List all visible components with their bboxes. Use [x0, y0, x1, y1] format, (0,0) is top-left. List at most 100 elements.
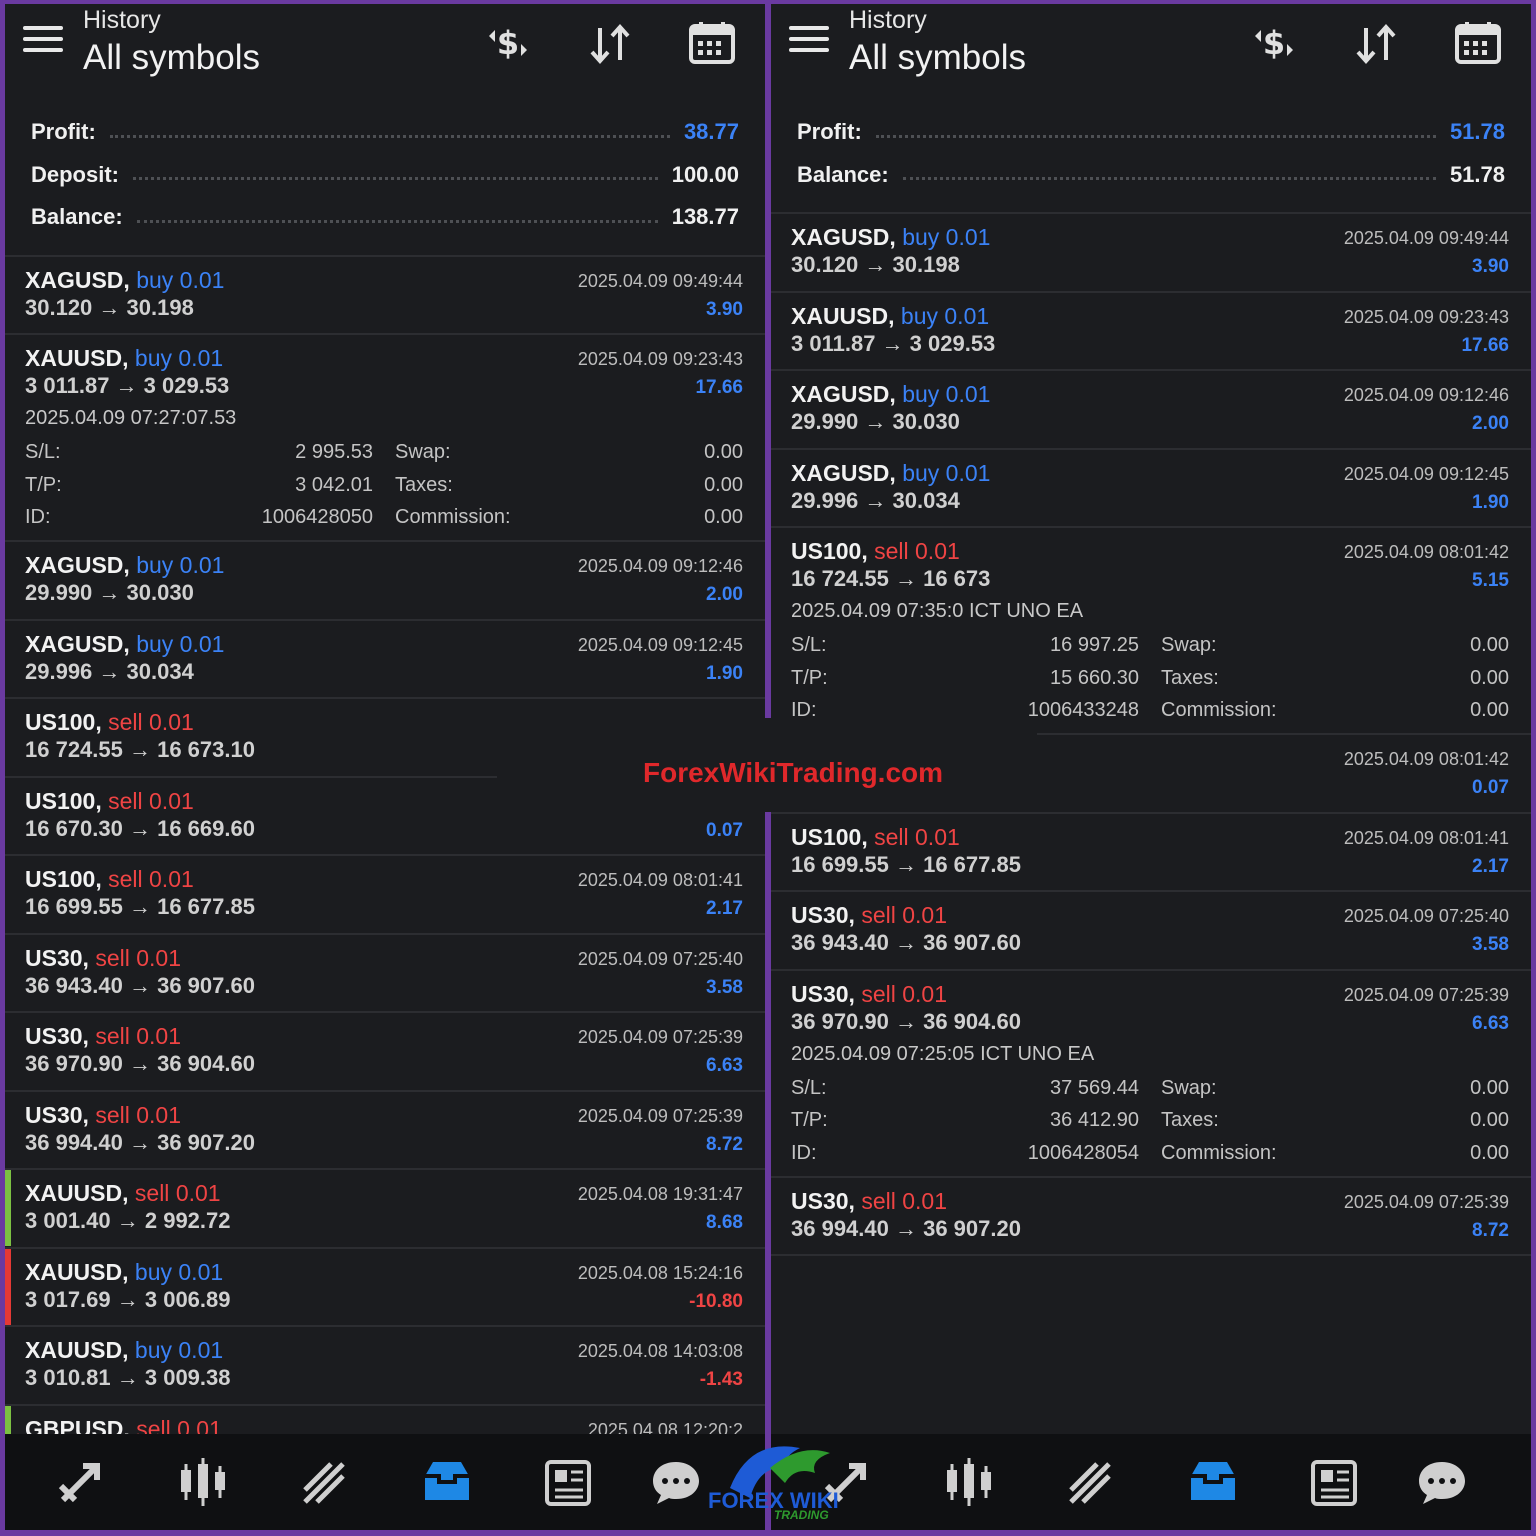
dollar-filter-icon[interactable]: $	[483, 20, 533, 66]
header-title[interactable]: All symbols	[849, 38, 1026, 78]
detail-value: 0.00	[704, 473, 743, 496]
deal-row[interactable]: US100, sell 0.01 16 699.55 → 16 677.85 202…	[771, 814, 1531, 893]
deal-row[interactable]: XAGUSD, buy 0.01 29.996 → 30.034 2025.04.0…	[771, 450, 1531, 529]
deal-symbol: US30, sell 0.01	[25, 945, 181, 972]
calendar-icon[interactable]	[1453, 20, 1503, 66]
detail-label: Swap:	[395, 441, 451, 463]
deal-symbol-name: US100,	[25, 787, 102, 814]
deal-lot: 0.01	[944, 302, 990, 329]
deal-lot: 0.01	[902, 980, 947, 1007]
deal-profit: -10.80	[689, 1290, 743, 1312]
deal-row[interactable]: US30, sell 0.01 36 943.40 → 36 907.60 2025…	[5, 935, 765, 1014]
deal-lot: 0.01	[179, 266, 225, 293]
calendar-icon[interactable]	[687, 20, 737, 66]
deal-row[interactable]: XAGUSD, buy 0.01 29.990 → 30.030 2025.04.0…	[771, 371, 1531, 450]
deal-row[interactable]: US30, sell 0.01 36 994.40 → 36 907.20 2025…	[771, 1178, 1531, 1257]
news-icon[interactable]	[541, 1456, 597, 1508]
deal-row[interactable]: XAUUSD, buy 0.01 3 011.87 → 3 029.53 2025.…	[5, 335, 765, 542]
sort-icon[interactable]	[585, 20, 635, 66]
deal-row[interactable]: XAUUSD, sell 0.01 3 001.40 → 2 992.72 2025…	[5, 1170, 765, 1249]
deal-time: 2025.04.09 08:01:42	[1343, 542, 1509, 562]
trade-icon[interactable]	[297, 1456, 353, 1508]
deal-time: 2025.04.09 08:01:41	[1343, 827, 1509, 848]
summary-value: 51.78	[1449, 161, 1505, 187]
deal-lot: 0.01	[179, 552, 225, 578]
deal-symbol: XAGUSD, buy 0.01	[791, 460, 990, 487]
deal-side: buy	[134, 345, 172, 371]
deal-prices: 36 994.40 → 36 907.20	[25, 1129, 255, 1155]
deal-side: sell	[861, 980, 896, 1007]
deal-side: buy	[134, 1337, 172, 1363]
messages-icon[interactable]	[649, 1456, 705, 1508]
deal-row[interactable]: US100, sell 0.01 16 699.55 → 16 677.85 202…	[5, 856, 765, 935]
deal-time: 2025.04.08 15:24:16	[577, 1262, 743, 1283]
deal-lot: 0.01	[178, 345, 224, 371]
deal-prices: 29.990 → 30.030	[25, 580, 194, 605]
deal-prices: 3 010.81 → 3 009.38	[25, 1365, 231, 1390]
deal-profit: 2.17	[1472, 855, 1509, 877]
deal-time: 2025.04.08 19:31:47	[577, 1184, 743, 1204]
detail-value: 37 569.44	[1050, 1076, 1139, 1099]
deal-symbol: XAGUSD, buy 0.01	[791, 224, 990, 251]
deal-symbol-name: XAUUSD,	[791, 302, 895, 329]
detail-value: 1006433248	[1027, 699, 1139, 721]
deal-prices: 30.120 → 30.198	[791, 252, 960, 277]
quotes-icon[interactable]	[53, 1456, 109, 1508]
news-icon[interactable]	[1307, 1456, 1363, 1508]
deal-symbol: US100, sell 0.01	[791, 538, 960, 565]
deal-symbol: XAGUSD, buy 0.01	[25, 267, 224, 294]
deal-row[interactable]: US30, sell 0.01 36 943.40 → 36 907.60 2025…	[771, 892, 1531, 971]
deal-symbol-name: XAGUSD,	[791, 459, 896, 486]
dollar-filter-icon[interactable]: $	[1249, 20, 1299, 66]
detail-label: Commission:	[1161, 699, 1277, 721]
deal-row[interactable]: US30, sell 0.01 36 970.90 → 36 904.60 2025…	[5, 1013, 765, 1092]
deal-side: buy	[136, 630, 174, 657]
deal-row[interactable]: XAGUSD, buy 0.01 30.120 → 30.198 2025.04.0…	[5, 257, 765, 336]
deal-row[interactable]: XAUUSD, buy 0.01 3 011.87 → 3 029.53 2025.…	[771, 293, 1531, 372]
header-title[interactable]: All symbols	[83, 38, 260, 78]
deal-time: 2025.04.09 07:25:39	[577, 1105, 743, 1126]
trade-icon[interactable]	[1063, 1456, 1119, 1508]
deal-row[interactable]: XAGUSD, buy 0.01 29.996 → 30.034 2025.04.0…	[5, 621, 765, 700]
menu-icon[interactable]	[789, 26, 829, 58]
summary-label: Profit:	[797, 119, 862, 144]
deal-row[interactable]: XAUUSD, buy 0.01 3 017.69 → 3 006.89 2025.…	[5, 1248, 765, 1328]
summary-label: Profit:	[31, 119, 96, 144]
deal-row[interactable]: US30, sell 0.01 36 970.90 → 36 904.60 2025…	[771, 971, 1531, 1178]
menu-icon[interactable]	[23, 26, 63, 58]
deal-row[interactable]: US30, sell 0.01 36 994.40 → 36 907.20 2025…	[5, 1092, 765, 1171]
header-subtitle: History	[83, 6, 161, 34]
deal-profit: 3.90	[706, 298, 743, 320]
deal-row[interactable]: XAUUSD, buy 0.01 3 010.81 → 3 009.38 2025.…	[5, 1327, 765, 1406]
deal-lot: 0.01	[136, 1023, 181, 1049]
deal-profit: 8.68	[706, 1212, 743, 1233]
deal-time: 2025.04.09 07:25:40	[1343, 906, 1509, 926]
deal-profit: 8.72	[1472, 1219, 1509, 1241]
history-icon[interactable]	[1185, 1456, 1241, 1508]
chart-icon[interactable]	[175, 1456, 231, 1508]
summary-dots	[902, 177, 1436, 180]
deal-prices: 36 994.40 → 36 907.20	[791, 1215, 1021, 1241]
deal-row[interactable]: XAGUSD, buy 0.01 30.120 → 30.198 2025.04.0…	[771, 214, 1531, 293]
deal-prices: 29.996 → 30.034	[791, 487, 960, 513]
deal-row[interactable]: XAGUSD, buy 0.01 29.990 → 30.030 2025.04.0…	[5, 542, 765, 621]
sort-icon[interactable]	[1351, 20, 1401, 66]
deal-detail-row: S/L: 2 995.53 Swap: 0.00	[25, 441, 743, 467]
detail-value: 0.00	[1470, 699, 1509, 721]
deal-time: 2025.04.09 07:25:40	[577, 948, 743, 969]
deal-prices: 16 699.55 → 16 677.85	[791, 851, 1021, 877]
deal-symbol: US30, sell 0.01	[25, 1023, 181, 1050]
deal-lot: 0.01	[179, 630, 225, 657]
messages-icon[interactable]	[1415, 1456, 1471, 1508]
deal-lot: 0.01	[149, 866, 194, 892]
deal-prices: 16 724.55 → 16 673.10	[25, 737, 255, 762]
history-icon[interactable]	[419, 1456, 475, 1508]
deal-prices: 3 017.69 → 3 006.89	[25, 1286, 231, 1312]
chart-icon[interactable]	[941, 1456, 997, 1508]
detail-value: 0.00	[1470, 1141, 1509, 1164]
detail-value: 0.00	[704, 441, 743, 463]
deal-symbol: US30, sell 0.01	[791, 981, 947, 1008]
deal-symbol-name: US100,	[791, 538, 868, 564]
deal-row[interactable]: US100, sell 0.01 16 724.55 → 16 673 2025.0…	[771, 528, 1531, 735]
detail-value: 0.00	[704, 506, 743, 528]
